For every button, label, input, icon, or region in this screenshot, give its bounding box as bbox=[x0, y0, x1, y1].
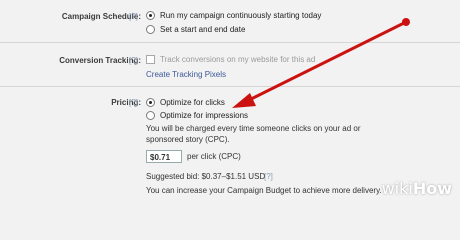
annotation-arrow bbox=[232, 18, 410, 108]
watermark-suffix: How bbox=[412, 179, 452, 198]
annotation-arrow-head bbox=[232, 93, 256, 108]
wikihow-watermark: wikiHow bbox=[382, 179, 452, 198]
annotation-arrow-line bbox=[245, 20, 408, 103]
watermark-prefix: wiki bbox=[381, 179, 413, 198]
annotation-arrow-dot bbox=[402, 18, 410, 26]
